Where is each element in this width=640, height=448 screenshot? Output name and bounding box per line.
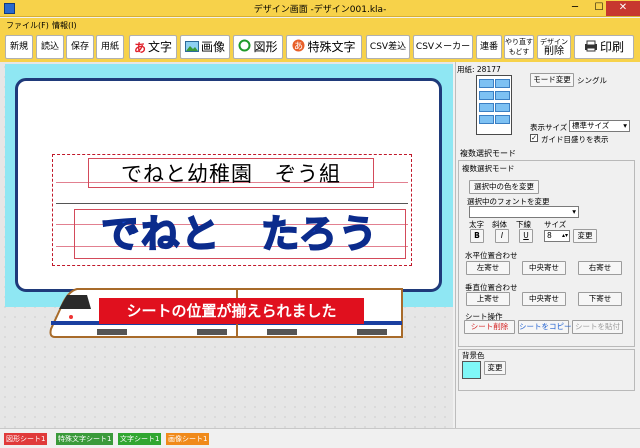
guide-scale-label: ガイド目盛りを表示 [541,135,609,144]
align-center-vertical-button[interactable]: 中央寄せ [522,292,566,306]
display-size-value: 標準サイズ [572,121,610,130]
multi-select-group-title: 複数選択モード [462,164,515,173]
design-delete-button[interactable]: デザイン 削除 [537,35,571,59]
new-button[interactable]: 新規 [5,35,33,59]
change-color-button[interactable]: 選択中の色を変更 [469,180,539,194]
spinner-icon: ▴▾ [561,232,568,239]
undo-label: もどす [508,48,530,56]
background-color-swatch [462,361,481,379]
title-bar: デザイン画面 -デザイン001.kla- ─ ☐ ✕ [0,0,640,17]
bold-toggle[interactable]: B [470,229,484,243]
csv-insert-button[interactable]: CSV差込 [366,35,410,59]
kindergarten-class-text[interactable]: でねと幼稚園 ぞう組 [88,158,374,188]
status-bar: 図形シート1 特殊文字シート1 文字シート1 画像シート1 [0,428,640,448]
print-button[interactable]: 印刷 [574,35,634,59]
alignment-notification: シートの位置が揃えられました [99,298,364,324]
guide-line [56,203,408,204]
window-title: デザイン画面 -デザイン001.kla- [253,5,387,15]
serial-number-button[interactable]: 連番 [476,35,502,59]
sheet-tab-image[interactable]: 画像シート1 [166,433,210,445]
align-bottom-button[interactable]: 下寄せ [578,292,622,306]
align-right-button[interactable]: 右寄せ [578,261,622,275]
underline-toggle[interactable]: U [519,229,533,243]
shape-button[interactable]: 図形 [233,35,283,59]
open-button[interactable]: 読込 [36,35,64,59]
mode-change-button[interactable]: モード変更 [530,73,574,87]
font-select[interactable]: ▾ [469,206,579,218]
chevron-down-icon: ▾ [623,121,627,130]
background-color-title: 背景色 [462,351,485,360]
child-name-text[interactable]: でねと たろう [74,209,406,259]
redo-label: やり直す [505,38,533,46]
delete-label: 削除 [544,46,564,57]
shape-button-label: 図形 [253,40,278,54]
circle-shape-icon [238,37,251,59]
svg-text:あ: あ [294,41,303,52]
text-button[interactable]: あ文字 [129,35,177,59]
font-size-stepper[interactable]: 8 ▴▾ [544,230,570,242]
italic-toggle[interactable]: I [495,229,509,243]
guide-scale-checkbox[interactable]: ✓ [530,134,538,142]
toolbar: 新規 読込 保存 用紙 あ文字 画像 図形 あ特殊文字 CSV差込 CSVメーカ… [0,32,640,62]
size-change-button[interactable]: 変更 [573,229,597,243]
align-top-button[interactable]: 上寄せ [466,292,510,306]
save-button[interactable]: 保存 [66,35,94,59]
paper-layout-preview [476,75,512,135]
sheet-tab-text[interactable]: 文字シート1 [118,433,162,445]
text-icon: あ [133,40,146,55]
special-text-icon: あ [292,37,305,59]
display-size-select[interactable]: 標準サイズ ▾ [569,120,630,132]
paper-button[interactable]: 用紙 [96,35,124,59]
print-button-label: 印刷 [599,40,624,54]
paper-number-label: 用紙: 28177 [457,65,501,74]
align-left-button[interactable]: 左寄せ [466,261,510,275]
sheet-delete-button[interactable]: シート削除 [464,320,515,334]
special-text-button-label: 特殊文字 [307,40,356,54]
text-button-label: 文字 [148,40,173,54]
close-button[interactable]: ✕ [606,1,640,16]
printer-icon [584,37,598,59]
redo-undo-button[interactable]: やり直す もどす [504,35,534,59]
image-button[interactable]: 画像 [180,35,230,59]
minimize-button[interactable]: ─ [564,1,586,16]
csv-maker-button[interactable]: CSVメーカー [413,35,473,59]
size-label: サイズ [544,220,567,229]
single-mode-label: シングル [577,76,607,85]
font-size-value: 8 [547,231,552,240]
horizontal-align-title: 水平位置合わせ [465,251,518,260]
mode-title: 複数選択モード [460,149,516,158]
background-color-change-button[interactable]: 変更 [484,361,506,375]
special-text-button[interactable]: あ特殊文字 [286,35,362,59]
sheet-copy-button[interactable]: シートをコピー [518,320,572,334]
image-icon [184,37,199,59]
sheet-tab-special-text[interactable]: 特殊文字シート1 [56,433,114,445]
sheet-paste-button[interactable]: シートを貼付 [572,320,623,334]
image-button-label: 画像 [200,40,225,54]
menu-info[interactable]: 情報(I) [52,20,77,31]
align-center-horizontal-button[interactable]: 中央寄せ [522,261,566,275]
menu-bar: ファイル(F) 情報(I) [0,18,640,32]
sheet-tab-shape[interactable]: 図形シート1 [4,433,48,445]
display-size-label: 表示サイズ [530,123,568,132]
chevron-down-icon: ▾ [572,207,576,216]
menu-file[interactable]: ファイル(F) [6,20,49,31]
